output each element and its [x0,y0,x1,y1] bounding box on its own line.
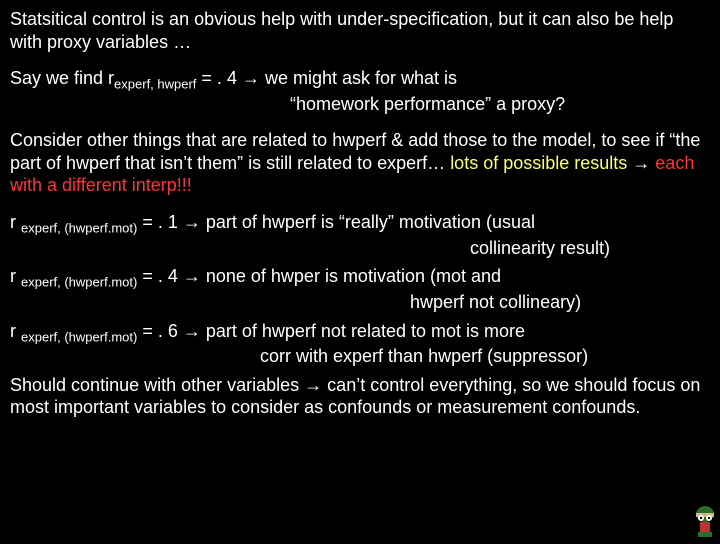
example-line: Say we find rexperf, hwperf = . 4 → we m… [10,67,710,115]
r3-cont: corr with experf than hwperf (suppressor… [10,345,710,368]
intro-paragraph: Statsitical control is an obvious help w… [10,8,710,53]
example-post: = . 4 → we might ask for what is [196,68,457,88]
result-2: r experf, (hwperf.mot) = . 4 → none of h… [10,265,710,313]
r2-text: = . 4 → none of hwper is motivation (mot… [137,266,501,286]
consider-yellow: lots of possible results [450,153,627,173]
example-cont: “homework performance” a proxy? [10,93,710,116]
marvin-icon [692,504,718,538]
r2-sub: experf, (hwperf.mot) [21,275,137,290]
consider-paragraph: Consider other things that are related t… [10,129,710,197]
r3-sub: experf, (hwperf.mot) [21,329,137,344]
r1-cont: collinearity result) [10,237,710,260]
example-pre: Say we find r [10,68,114,88]
r3-prefix: r [10,321,21,341]
intro-text: Statsitical control is an obvious help w… [10,9,673,52]
r3-text: = . 6 → part of hwperf not related to mo… [137,321,525,341]
r1-text: = . 1 → part of hwperf is “really” motiv… [137,212,535,232]
result-3: r experf, (hwperf.mot) = . 6 → part of h… [10,320,710,368]
r2-prefix: r [10,266,21,286]
r1-prefix: r [10,212,21,232]
conclusion-paragraph: Should continue with other variables → c… [10,374,710,419]
conclusion-text: Should continue with other variables → c… [10,375,700,418]
example-sub: experf, hwperf [114,77,196,92]
result-1: r experf, (hwperf.mot) = . 1 → part of h… [10,211,710,259]
consider-arrow: → [627,153,655,173]
r2-cont: hwperf not collineary) [10,291,710,314]
r1-sub: experf, (hwperf.mot) [21,220,137,235]
